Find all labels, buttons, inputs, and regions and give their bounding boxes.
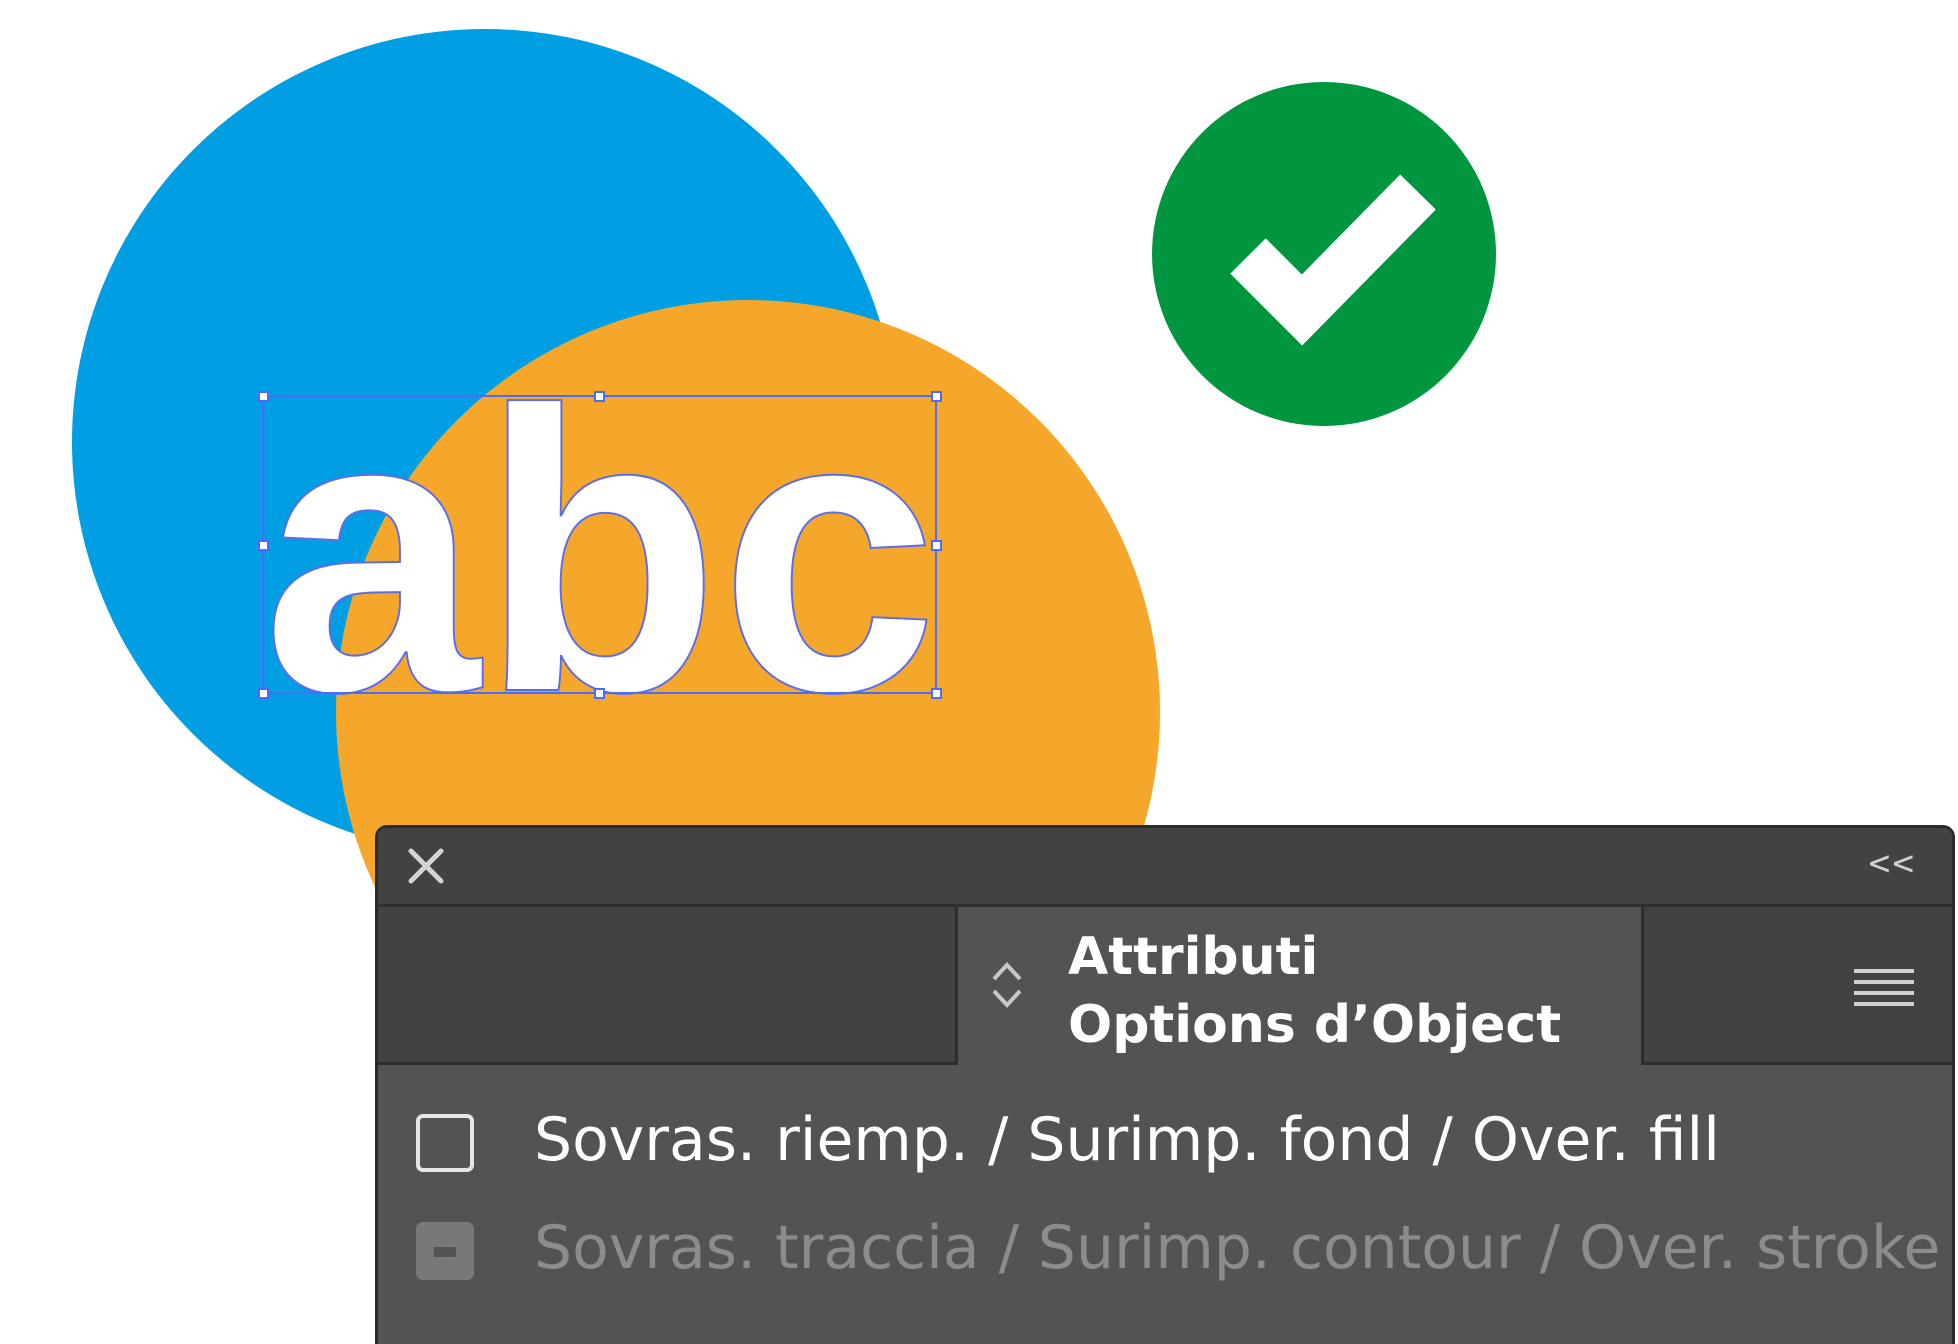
tab-row-right <box>1641 907 1952 1065</box>
overprint-stroke-checkbox <box>416 1222 474 1280</box>
overprint-fill-option[interactable]: Sovras. riemp. / Surimp. fond / Over. fi… <box>416 1105 1816 1186</box>
tab-title-line-1: Attributi <box>1068 927 1319 987</box>
overprint-fill-label: Sovras. riemp. / Surimp. fond / Over. fi… <box>534 1105 1720 1175</box>
tab-title-line-2: Options d’Object <box>1068 995 1562 1055</box>
close-icon[interactable] <box>406 846 446 886</box>
checkmark-badge-icon <box>1152 82 1496 426</box>
hamburger-menu-icon[interactable] <box>1852 965 1916 1011</box>
overprint-fill-checkbox[interactable] <box>416 1114 474 1172</box>
overprint-stroke-option: Sovras. traccia / Surimp. contour / Over… <box>416 1213 1940 1294</box>
up-down-arrows-icon[interactable] <box>988 957 1026 1013</box>
overprint-stroke-label: Sovras. traccia / Surimp. contour / Over… <box>534 1213 1941 1283</box>
tab-attributes[interactable]: Attributi Options d’Object <box>958 907 1641 1065</box>
empty-tab-area <box>378 907 958 1065</box>
panel-titlebar: << <box>378 828 1952 907</box>
attributes-panel: << Attributi Options d’Object Sovras. ri <box>375 825 1955 1344</box>
collapse-panel-button[interactable]: << <box>1869 842 1916 886</box>
panel-tab-row: Attributi Options d’Object <box>378 907 1952 1065</box>
tab-title: Attributi Options d’Object <box>1068 923 1561 1059</box>
